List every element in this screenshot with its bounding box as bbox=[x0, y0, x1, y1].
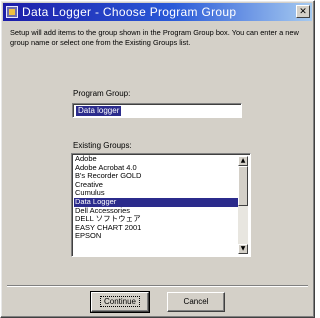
title-bar[interactable]: Data Logger - Choose Program Group ✕ bbox=[3, 3, 312, 21]
choose-program-group-dialog: Data Logger - Choose Program Group ✕ Set… bbox=[0, 0, 315, 318]
program-group-label: Program Group: bbox=[73, 89, 131, 98]
data-logger-app-icon bbox=[6, 6, 18, 18]
window-title: Data Logger - Choose Program Group bbox=[22, 5, 237, 19]
continue-button-label: Continue bbox=[99, 296, 141, 307]
existing-groups-items: Adobe Adobe Acrobat 4.0 B's Recorder GOLD C… bbox=[74, 154, 240, 241]
scroll-down-icon[interactable]: ▼ bbox=[238, 244, 248, 254]
program-group-input[interactable]: Data logger bbox=[72, 103, 242, 118]
divider bbox=[7, 285, 308, 287]
existing-groups-label: Existing Groups: bbox=[73, 141, 132, 150]
list-scrollbar[interactable]: ▲ ▼ bbox=[238, 156, 248, 254]
close-icon[interactable]: ✕ bbox=[296, 5, 310, 18]
scroll-thumb[interactable] bbox=[238, 166, 248, 206]
program-group-value: Data logger bbox=[76, 106, 122, 116]
intro-text: Setup will add items to the group shown … bbox=[10, 28, 299, 47]
cancel-button[interactable]: Cancel bbox=[167, 292, 225, 312]
list-item[interactable]: EPSON bbox=[74, 232, 240, 241]
existing-groups-list[interactable]: Adobe Adobe Acrobat 4.0 B's Recorder GOLD C… bbox=[71, 153, 251, 257]
continue-button[interactable]: Continue bbox=[90, 291, 150, 313]
scroll-up-icon[interactable]: ▲ bbox=[238, 156, 248, 166]
